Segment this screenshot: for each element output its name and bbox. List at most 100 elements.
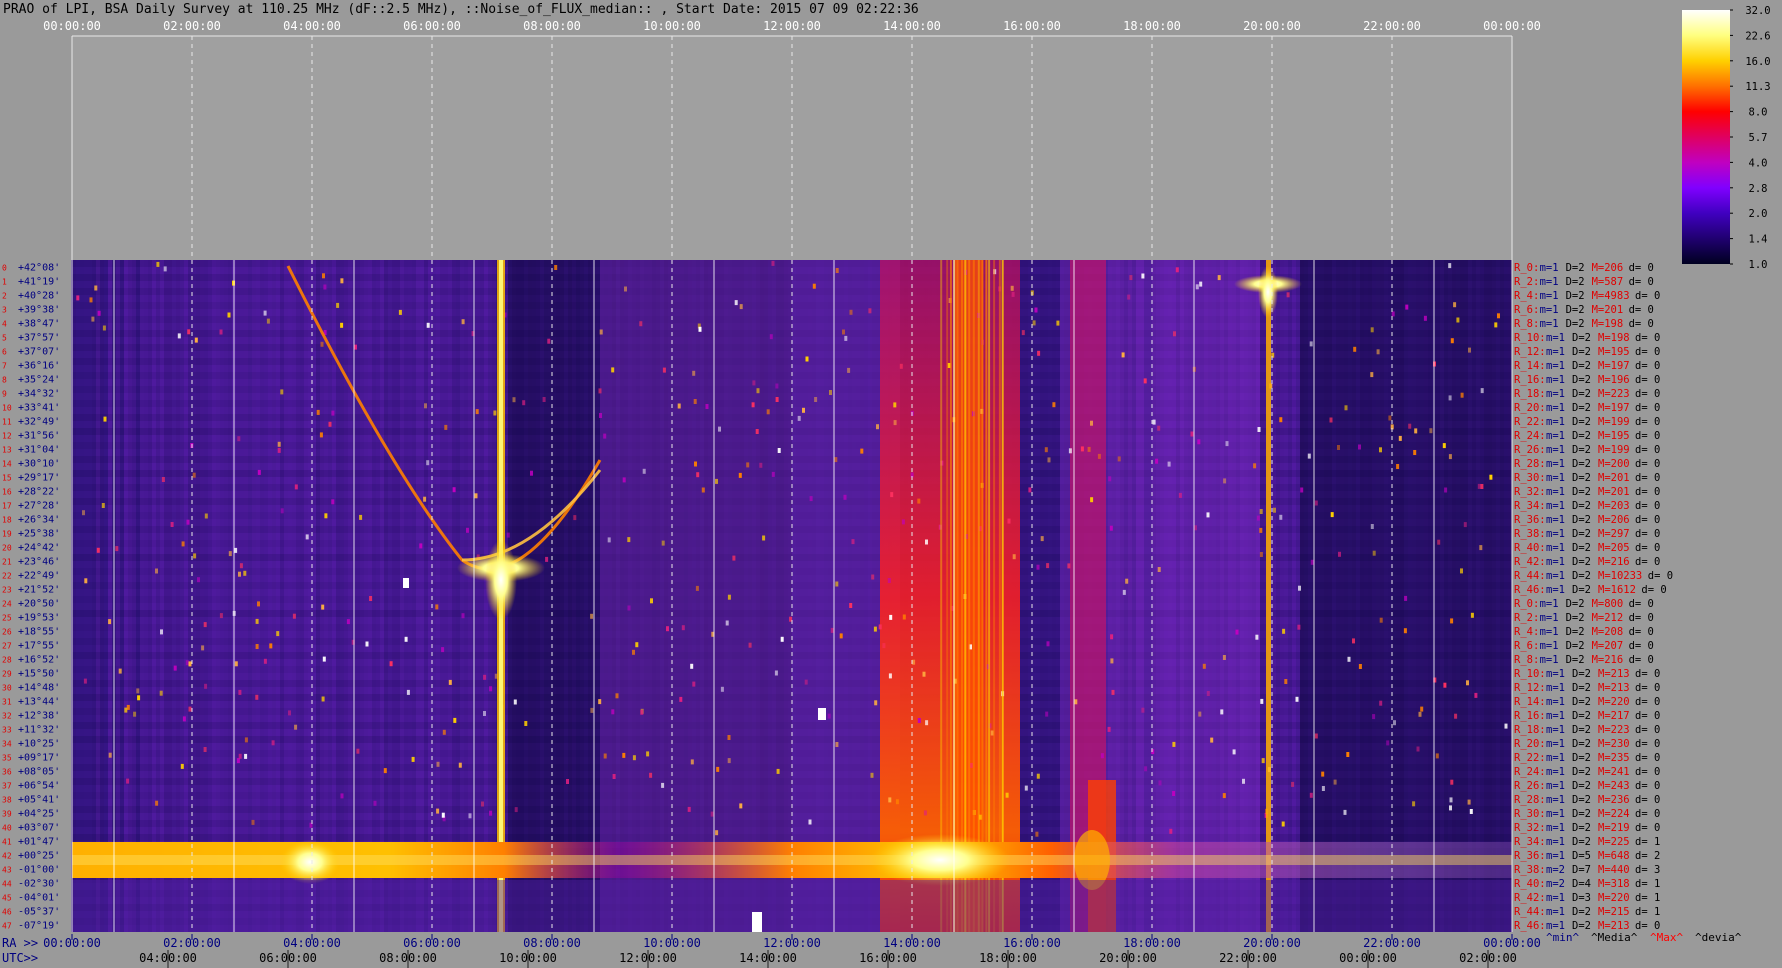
- stats-row: R_10: m=1 D=2 M=213 d= 0: [1514, 668, 1660, 680]
- noise-dot: [1172, 791, 1176, 796]
- noise-dot: [632, 649, 635, 655]
- stats-max: M=587: [1592, 276, 1624, 288]
- stats-min: m=2: [1546, 864, 1565, 876]
- noise-dot: [483, 674, 487, 680]
- noise-dot: [1097, 453, 1101, 459]
- noise-dot: [1144, 766, 1148, 772]
- top-axis-tick-label: 16:00:00: [1003, 19, 1061, 33]
- row-statistics: R_0: m=1 D=2 M=206 d= 0R_2: m=1 D=2 M=587 d= 0R_…: [1514, 262, 1742, 944]
- stats-row: R_22: m=1 D=2 M=199 d= 0: [1514, 416, 1660, 428]
- declination-label: +24°42': [18, 543, 60, 554]
- colorbar-tick-label: 22.6: [1745, 30, 1770, 42]
- stats-row-label: R_6:: [1514, 640, 1539, 652]
- top-axis-tick-label: 14:00:00: [883, 19, 941, 33]
- noise-dot: [693, 399, 697, 404]
- stats-median: D=2: [1572, 724, 1591, 736]
- colorbar-tick-label: 2.8: [1749, 183, 1768, 195]
- declination-label: +26°34': [18, 515, 60, 526]
- noise-dot: [489, 810, 493, 816]
- stats-row-label: R_12:: [1514, 682, 1546, 694]
- stats-devia: d= 0: [1629, 318, 1654, 330]
- stats-min: m=1: [1546, 570, 1565, 582]
- top-axis-tick-label: 06:00:00: [403, 19, 461, 33]
- noise-dot: [237, 436, 241, 442]
- stats-max: M=206: [1592, 262, 1624, 274]
- row-index-label: 22: [2, 572, 12, 581]
- stats-max: M=197: [1598, 360, 1630, 372]
- plane-streak: [977, 260, 980, 932]
- noise-dot: [1117, 456, 1121, 462]
- stats-max: M=243: [1598, 780, 1630, 792]
- noise-dot: [1343, 809, 1347, 815]
- noise-dot: [1408, 423, 1412, 429]
- noise-dot: [373, 800, 377, 806]
- stats-row-label: R_0:: [1514, 262, 1539, 274]
- noise-dot: [842, 329, 845, 335]
- stats-max: M=197: [1598, 402, 1630, 414]
- noise-dot: [1040, 536, 1044, 542]
- noise-dot: [398, 309, 402, 315]
- bright-spot: [818, 708, 826, 720]
- stats-row: R_42: m=1 D=2 M=216 d= 0: [1514, 556, 1660, 568]
- noise-dot: [436, 808, 440, 814]
- stats-row-label: R_0:: [1514, 598, 1539, 610]
- noise-dot: [692, 681, 696, 687]
- noise-dot: [280, 389, 284, 395]
- noise-dot: [1346, 752, 1350, 757]
- declination-label: +28°22': [18, 487, 60, 498]
- noise-dot: [1298, 585, 1301, 591]
- noise-dot: [203, 622, 207, 628]
- noise-dot: [181, 541, 185, 547]
- noise-dot: [1429, 428, 1433, 434]
- noise-dot: [170, 522, 174, 527]
- stats-max: M=297: [1598, 528, 1630, 540]
- stats-min: m=1: [1546, 360, 1565, 372]
- noise-dot: [1068, 448, 1072, 454]
- noise-dot: [115, 546, 119, 552]
- stats-min: m=1: [1546, 794, 1565, 806]
- noise-dot: [322, 273, 325, 279]
- noise-dot: [775, 383, 779, 389]
- stats-row-label: R_28:: [1514, 458, 1546, 470]
- stats-row: R_46: m=1 D=2 M=1612 d= 0: [1514, 584, 1667, 596]
- row-index-label: 36: [2, 768, 12, 777]
- plane-streak: [956, 260, 959, 932]
- utc-axis-label: UTC>>: [2, 951, 38, 965]
- stats-row-label: R_40:: [1514, 542, 1546, 554]
- stats-row: R_46: m=1 D=2 M=213 d= 0: [1514, 920, 1660, 932]
- noise-dot: [882, 643, 886, 649]
- noise-dot: [1225, 441, 1229, 447]
- noise-dot: [738, 472, 742, 478]
- stats-min: m=1: [1546, 850, 1565, 862]
- noise-dot: [483, 711, 486, 716]
- stats-min: m=1: [1540, 598, 1559, 610]
- noise-dot: [319, 432, 323, 438]
- row-index-label: 15: [2, 474, 12, 483]
- noise-dot: [902, 614, 906, 620]
- stats-median: D=2: [1566, 640, 1585, 652]
- stats-min: m=1: [1546, 892, 1565, 904]
- stats-row: R_18: m=1 D=2 M=223 d= 0: [1514, 724, 1660, 736]
- noise-dot: [1157, 425, 1161, 431]
- stats-devia: d= 3: [1635, 864, 1660, 876]
- stats-max: M=236: [1598, 794, 1630, 806]
- noise-dot: [1155, 458, 1159, 464]
- noise-dot: [238, 571, 241, 577]
- stats-min: m=2: [1546, 878, 1565, 890]
- noise-dot: [76, 295, 80, 301]
- noise-dot: [805, 356, 809, 362]
- noise-dot: [288, 710, 291, 716]
- noise-dot: [512, 397, 516, 403]
- noise-dot: [1052, 402, 1056, 408]
- stats-row-label: R_34:: [1514, 500, 1546, 512]
- stats-devia: d= 0: [1635, 668, 1660, 680]
- noise-dot: [835, 742, 839, 747]
- noise-dot: [1210, 737, 1214, 743]
- noise-dot: [893, 402, 897, 408]
- noise-dot: [1110, 658, 1114, 664]
- noise-dot: [566, 779, 569, 784]
- stats-min: m=1: [1546, 388, 1565, 400]
- noise-dot: [94, 285, 98, 291]
- noise-dot: [161, 477, 165, 482]
- noise-dot: [188, 661, 192, 667]
